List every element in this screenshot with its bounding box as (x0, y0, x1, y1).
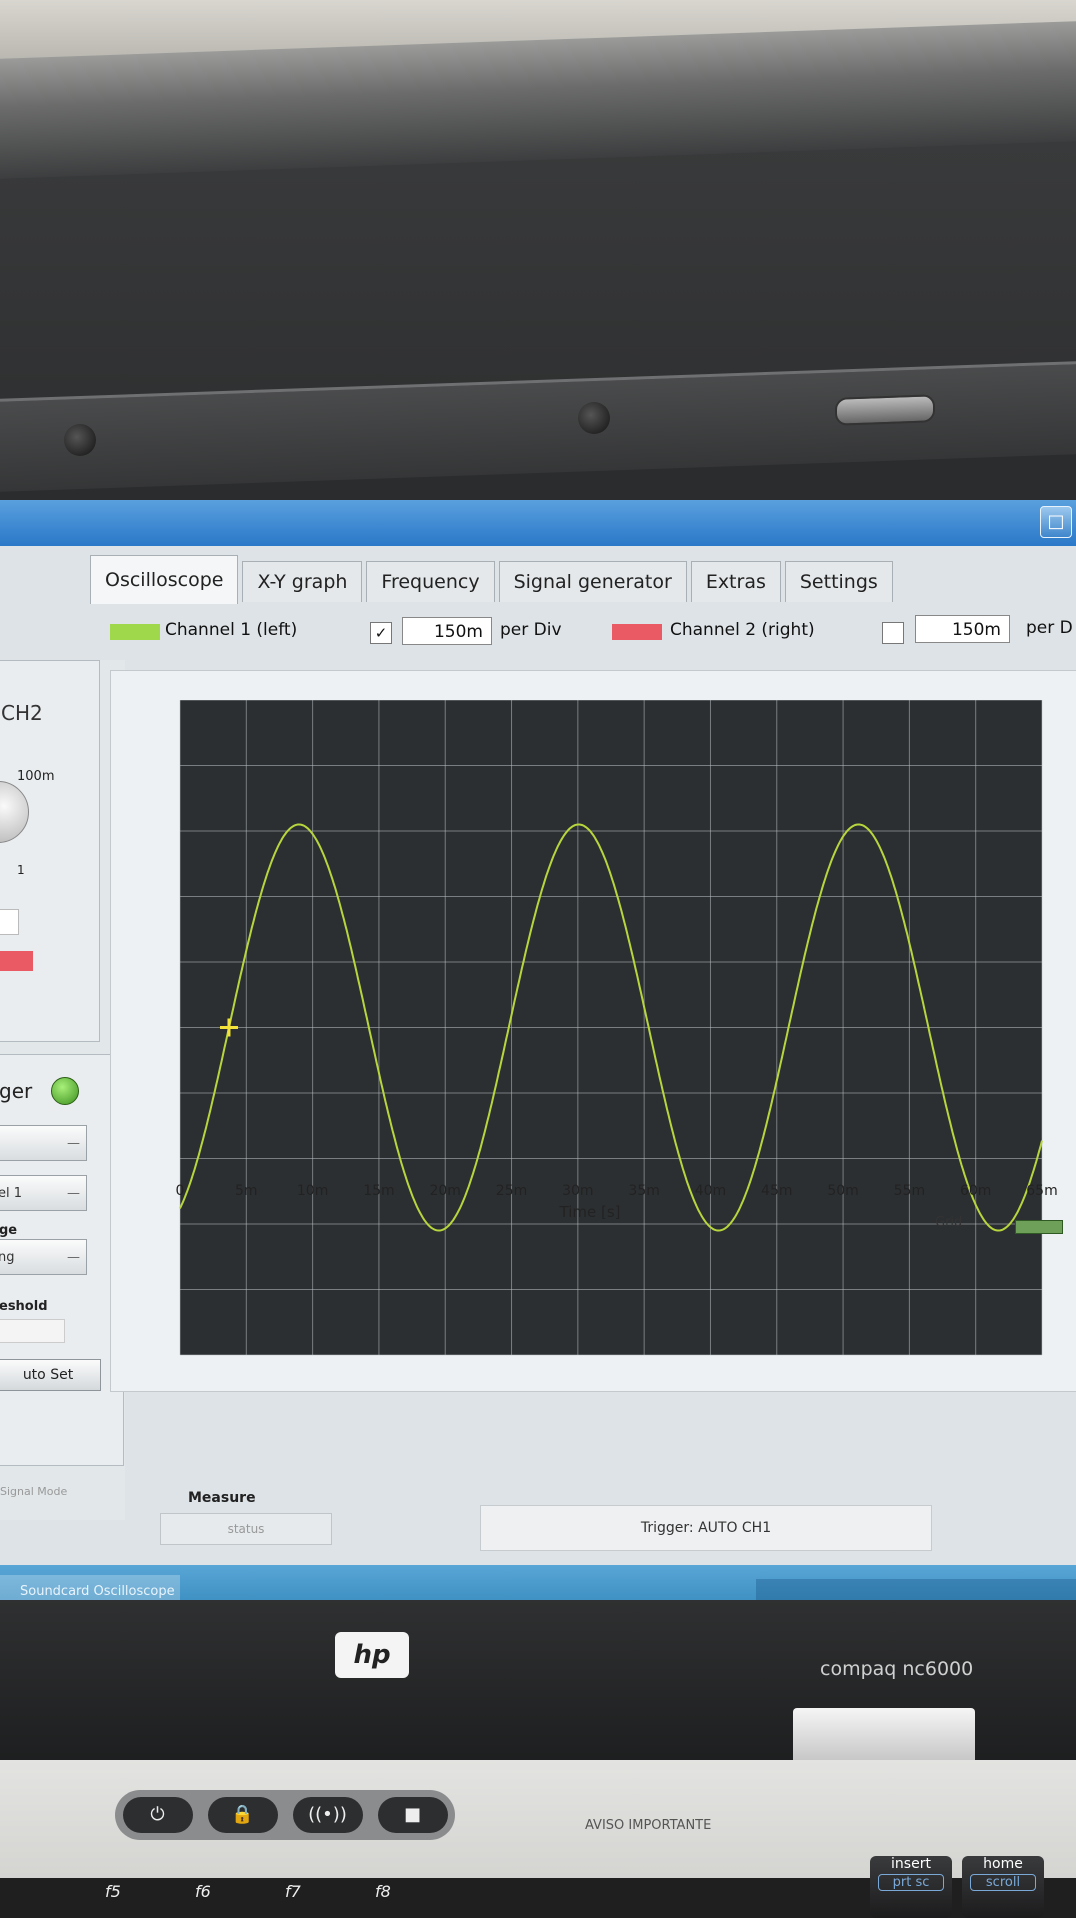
x-tick-label: 10m (296, 1183, 329, 1199)
x-tick-label: 40m (694, 1183, 727, 1199)
ch1-label: Channel 1 (left) (165, 620, 298, 640)
insert-key-label: insert (891, 1856, 931, 1872)
tab-xy-graph[interactable]: X-Y graph (242, 561, 363, 602)
trigger-channel-select[interactable]: el 1 — (0, 1175, 87, 1211)
x-tick-label: 0 (175, 1183, 185, 1199)
edge-value: ng (0, 1250, 15, 1265)
tab-signal-generator[interactable]: Signal generator (498, 561, 687, 602)
model-name: compaq nc6000 (820, 1658, 974, 1680)
trigger-channel-value: el 1 (0, 1186, 23, 1201)
chevron-down-icon: — (67, 1136, 80, 1151)
window-titlebar: □ (0, 500, 1076, 546)
chevron-down-icon: — (67, 1250, 80, 1265)
key-f8[interactable]: f8 (375, 1882, 391, 1901)
power-icon[interactable]: ⏻ (122, 1797, 193, 1833)
x-tick-label: 30m (562, 1183, 594, 1199)
ch1-color-swatch[interactable] (110, 624, 160, 640)
x-tick-label: 65m (1026, 1183, 1058, 1199)
x-axis-label: Time [s] (559, 1203, 621, 1221)
left-control-panel: CH2 100m 1 ger — el 1 — ge ng — eshold uto… (0, 660, 125, 1520)
x-tick-label: 55m (893, 1183, 926, 1199)
hinge-cover (793, 1708, 975, 1764)
ch2-offset-field[interactable] (0, 909, 19, 935)
knob-min-label: 1 (17, 863, 25, 877)
application-window: □ Oscilloscope X-Y graph Frequency Signa… (0, 500, 1076, 1630)
ch2-label: Channel 2 (right) (670, 620, 815, 640)
ch2-color-bar (0, 951, 33, 971)
signal-mode-label: Signal Mode (0, 1485, 68, 1498)
ch1-per-div-label: per Div (500, 620, 562, 640)
grid-label: Grid (935, 1215, 963, 1230)
ch2-checkbox[interactable] (882, 622, 904, 644)
trigger-title: ger (0, 1079, 33, 1103)
tab-bar: Oscilloscope X-Y graph Frequency Signal … (90, 555, 897, 604)
key-insert[interactable]: insert prt sc (870, 1856, 952, 1918)
trigger-status: Trigger: AUTO CH1 (480, 1505, 932, 1551)
threshold-input[interactable] (0, 1319, 65, 1343)
ch2-per-div-label: per D (1026, 618, 1073, 638)
aviso-sticker: AVISO IMPORTANTE (585, 1818, 712, 1833)
auto-set-button[interactable]: uto Set (0, 1359, 101, 1391)
edge-select[interactable]: ng — (0, 1239, 87, 1275)
measure-label: Measure (188, 1490, 256, 1506)
oscilloscope-plot[interactable] (150, 700, 1050, 1360)
hp-logo: hp (335, 1632, 409, 1678)
ch1-checkbox[interactable]: ✓ (370, 622, 392, 644)
prtsc-key-label: prt sc (878, 1874, 944, 1891)
x-tick-label: 35m (628, 1183, 660, 1199)
lock-icon[interactable]: 🔒 (207, 1797, 278, 1833)
lid-latch (835, 394, 935, 426)
key-f5[interactable]: f5 (105, 1882, 121, 1901)
x-tick-label: 25m (495, 1183, 528, 1199)
edge-label: ge (0, 1223, 18, 1238)
ch2-gain-knob[interactable] (0, 781, 29, 843)
tab-settings[interactable]: Settings (784, 561, 893, 602)
scroll-key-label: scroll (970, 1874, 1036, 1891)
x-tick-label: 20m (429, 1183, 461, 1199)
key-f7[interactable]: f7 (285, 1882, 301, 1901)
knob-max-label: 100m (17, 769, 55, 784)
channel-toolbar: Channel 1 (left) ✓ 150m per Div Channel … (100, 612, 1076, 652)
key-f6[interactable]: f6 (195, 1882, 211, 1901)
key-home[interactable]: home scroll (962, 1856, 1044, 1918)
ch2-color-swatch[interactable] (612, 624, 662, 640)
bezel-bumper-left (64, 424, 96, 456)
presentation-icon[interactable]: ■ (377, 1797, 448, 1833)
trigger-mode-select[interactable]: — (0, 1125, 87, 1161)
threshold-label: eshold (0, 1299, 48, 1314)
chevron-down-icon: — (67, 1186, 80, 1201)
x-tick-label: 5m (235, 1183, 258, 1199)
x-tick-label: 15m (363, 1183, 395, 1199)
ch2-settings-group: CH2 100m 1 (0, 660, 100, 1042)
home-key-label: home (983, 1856, 1023, 1872)
ch2-div-input[interactable]: 150m (915, 615, 1010, 643)
x-tick-label: 60m (959, 1183, 992, 1199)
wireless-icon[interactable]: ((•)) (292, 1797, 363, 1833)
grid-color-swatch[interactable] (1015, 1220, 1063, 1234)
tab-frequency[interactable]: Frequency (366, 561, 495, 602)
status-field: status (160, 1513, 332, 1545)
quick-launch-buttons: ⏻ 🔒 ((•)) ■ (115, 1790, 455, 1840)
trigger-led-icon (51, 1077, 79, 1105)
ch2-title: CH2 (1, 701, 43, 725)
restore-icon[interactable]: □ (1040, 506, 1072, 538)
bezel-bumper-center (578, 402, 610, 434)
x-tick-label: 45m (761, 1183, 793, 1199)
trigger-settings-group: ger — el 1 — ge ng — eshold uto Set (0, 1054, 124, 1466)
tab-oscilloscope[interactable]: Oscilloscope (90, 555, 239, 604)
tab-extras[interactable]: Extras (690, 561, 781, 602)
ch1-div-input[interactable]: 150m (402, 617, 492, 645)
x-tick-label: 50m (827, 1183, 859, 1199)
